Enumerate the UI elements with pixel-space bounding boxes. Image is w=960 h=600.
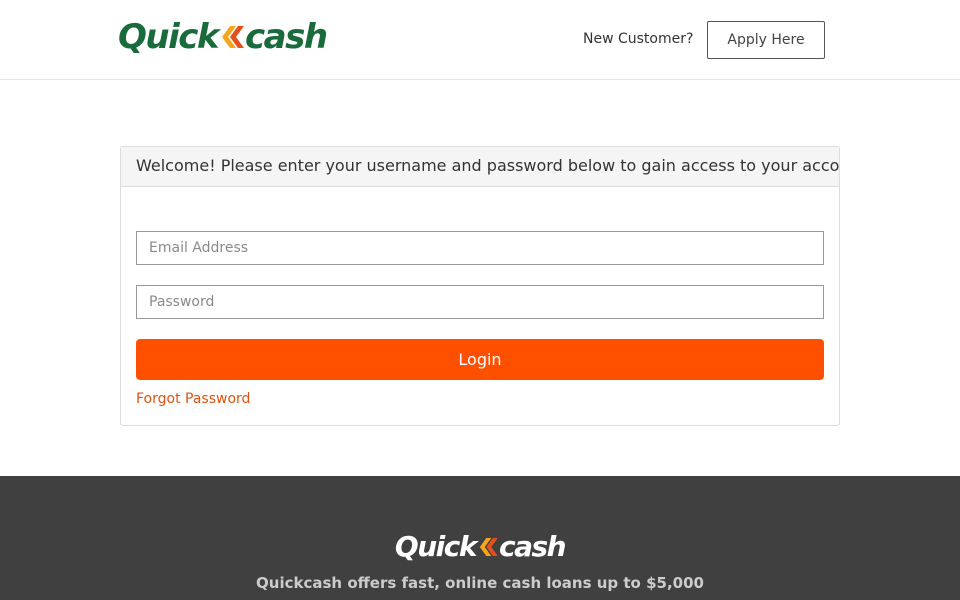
login-panel-heading: Welcome! Please enter your username and … <box>121 147 839 187</box>
email-input[interactable] <box>136 231 824 265</box>
footer-logo-text-quick: Quick <box>394 530 478 563</box>
logo-text-quick: Quick <box>118 17 220 57</box>
site-header: Quick cash New Customer? Apply Here <box>0 0 960 80</box>
quickcash-logo[interactable]: Quick cash <box>118 16 328 58</box>
footer-double-chevron-left-icon <box>479 538 498 556</box>
login-button[interactable]: Login <box>136 339 824 380</box>
login-panel: Welcome! Please enter your username and … <box>120 146 840 426</box>
forgot-password-link[interactable]: Forgot Password <box>136 391 250 407</box>
site-footer: Quick cash Quickcash offers fast, online … <box>0 476 960 600</box>
footer-logo[interactable]: Quick cash <box>0 526 960 568</box>
apply-here-button[interactable]: Apply Here <box>707 21 825 59</box>
password-input[interactable] <box>136 285 824 319</box>
logo-text-cash: cash <box>245 17 328 57</box>
new-customer-label: New Customer? <box>583 31 694 47</box>
footer-tagline: Quickcash offers fast, online cash loans… <box>256 574 704 592</box>
footer-logo-text-cash: cash <box>498 530 567 563</box>
double-chevron-left-icon <box>222 26 245 48</box>
